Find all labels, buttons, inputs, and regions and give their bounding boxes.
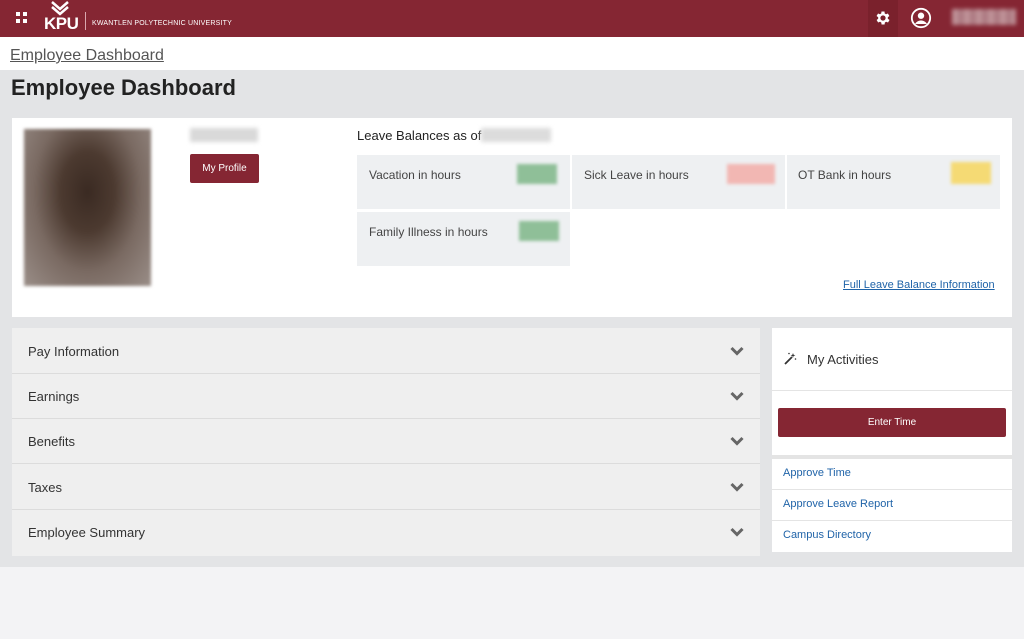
breadcrumb[interactable]: Employee Dashboard — [10, 47, 164, 65]
leave-label-family-illness: Family Illness in hours — [369, 225, 488, 239]
activities-divider — [772, 390, 1012, 391]
leave-value-family-illness — [519, 221, 559, 241]
enter-time-button[interactable]: Enter Time — [778, 408, 1006, 437]
accordion-label: Pay Information — [28, 344, 120, 359]
chevron-down-icon — [730, 391, 744, 401]
activities-row-divider — [772, 489, 1012, 490]
accordion-label: Benefits — [28, 434, 75, 449]
full-leave-balance-link[interactable]: Full Leave Balance Information — [843, 279, 995, 291]
page-title: Employee Dashboard — [11, 75, 236, 100]
leave-balances-title: Leave Balances as of — [357, 128, 482, 143]
accordion-benefits[interactable]: Benefits — [12, 419, 760, 464]
accordion-employee-summary[interactable]: Employee Summary — [12, 510, 760, 555]
chevron-down-icon — [730, 436, 744, 446]
my-profile-button[interactable]: My Profile — [190, 154, 259, 183]
logo-text[interactable]: KPU — [44, 14, 79, 34]
activities-title: My Activities — [807, 352, 879, 367]
avatar — [24, 129, 151, 286]
leave-value-vacation — [517, 164, 557, 184]
leave-label-vacation: Vacation in hours — [369, 168, 461, 182]
logo-divider — [85, 12, 86, 30]
approve-time-link[interactable]: Approve Time — [783, 467, 851, 479]
accordion-label: Earnings — [28, 389, 80, 404]
campus-directory-link[interactable]: Campus Directory — [783, 529, 871, 541]
leave-label-sick: Sick Leave in hours — [584, 168, 689, 182]
accordion-taxes[interactable]: Taxes — [12, 465, 760, 510]
magic-wand-icon — [784, 352, 797, 365]
accordion-label: Employee Summary — [28, 525, 146, 540]
activities-row-divider — [772, 520, 1012, 521]
accordion-earnings[interactable]: Earnings — [12, 374, 760, 419]
leave-date-redacted — [481, 128, 551, 142]
leave-label-ot-bank: OT Bank in hours — [798, 168, 892, 182]
chevron-down-icon — [730, 527, 744, 537]
user-icon[interactable] — [910, 7, 932, 29]
chevron-down-icon — [730, 482, 744, 492]
leave-value-sick — [727, 164, 775, 184]
user-name-redacted[interactable] — [952, 9, 1016, 25]
accordion-label: Taxes — [28, 480, 62, 495]
approve-leave-report-link[interactable]: Approve Leave Report — [783, 498, 893, 510]
employee-name-redacted — [190, 128, 258, 142]
accordion-pay-information[interactable]: Pay Information — [12, 329, 760, 374]
university-name: KWANTLEN POLYTECHNIC UNIVERSITY — [92, 20, 232, 27]
gear-icon[interactable] — [874, 9, 892, 27]
activities-separator — [772, 455, 1012, 459]
apps-grid-icon[interactable] — [16, 12, 27, 23]
chevron-down-icon — [730, 346, 744, 356]
leave-value-ot-bank — [951, 162, 991, 184]
